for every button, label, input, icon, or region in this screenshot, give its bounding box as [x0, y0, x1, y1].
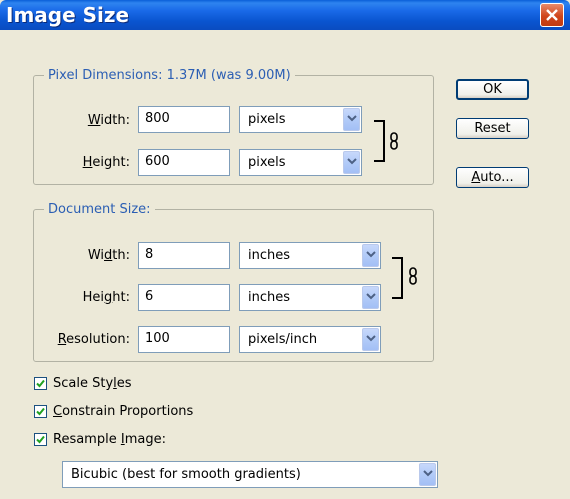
- pixel-width-unit-select[interactable]: pixels: [239, 106, 362, 133]
- scale-styles-checkbox[interactable]: [34, 377, 47, 390]
- pixel-height-input[interactable]: 600: [138, 149, 230, 176]
- resample-method-select[interactable]: Bicubic (best for smooth gradients): [62, 461, 438, 488]
- pixel-link-bracket: [374, 120, 385, 162]
- pixel-height-label: Height:: [82, 155, 130, 170]
- image-size-dialog: Image Size Pixel Dimensions: 1.37M (was …: [0, 0, 570, 499]
- doc-link-bracket: [392, 257, 403, 299]
- resample-image-label[interactable]: Resample Image:: [53, 432, 166, 447]
- dropdown-arrow-icon[interactable]: [362, 328, 379, 351]
- ok-button[interactable]: OK: [456, 79, 529, 100]
- reset-button[interactable]: Reset: [456, 118, 529, 139]
- chain-link-icon: [409, 267, 417, 285]
- resolution-label: Resolution:: [57, 332, 130, 347]
- dropdown-arrow-icon[interactable]: [362, 244, 379, 267]
- dropdown-arrow-icon[interactable]: [362, 286, 379, 309]
- document-size-legend: Document Size:: [48, 202, 151, 217]
- checkmark-icon: [36, 407, 45, 416]
- pixel-dimensions-legend: Pixel Dimensions: 1.37M (was 9.00M): [48, 68, 291, 83]
- doc-width-unit-select[interactable]: inches: [239, 242, 381, 269]
- title-bar[interactable]: Image Size: [0, 0, 570, 30]
- constrain-proportions-checkbox[interactable]: [34, 405, 47, 418]
- pixel-height-unit-value: pixels: [248, 155, 286, 170]
- resolution-unit-value: pixels/inch: [248, 332, 318, 347]
- pixel-height-unit-select[interactable]: pixels: [239, 149, 362, 176]
- dropdown-arrow-icon[interactable]: [343, 151, 360, 174]
- checkmark-icon: [36, 435, 45, 444]
- close-button[interactable]: [540, 3, 564, 27]
- dropdown-arrow-icon[interactable]: [419, 463, 436, 486]
- doc-width-label: Width:: [87, 248, 130, 263]
- chain-link-icon: [390, 132, 398, 150]
- doc-height-input[interactable]: 6: [138, 284, 230, 311]
- pixel-width-label: Width:: [87, 113, 130, 128]
- pixel-width-unit-value: pixels: [248, 112, 286, 127]
- doc-height-unit-value: inches: [248, 290, 291, 305]
- dialog-title: Image Size: [6, 3, 130, 27]
- doc-height-unit-select[interactable]: inches: [239, 284, 381, 311]
- resolution-unit-select[interactable]: pixels/inch: [239, 326, 381, 353]
- doc-width-input[interactable]: 8: [138, 242, 230, 269]
- constrain-proportions-label[interactable]: Constrain Proportions: [53, 404, 193, 419]
- doc-height-label: Height:: [82, 290, 130, 305]
- dropdown-arrow-icon[interactable]: [343, 108, 360, 131]
- close-icon: [546, 9, 558, 21]
- doc-width-unit-value: inches: [248, 248, 291, 263]
- resample-method-value: Bicubic (best for smooth gradients): [71, 467, 301, 482]
- scale-styles-label[interactable]: Scale Styles: [53, 376, 132, 391]
- resolution-input[interactable]: 100: [138, 326, 230, 353]
- pixel-width-input[interactable]: 800: [138, 106, 230, 133]
- resample-image-checkbox[interactable]: [34, 433, 47, 446]
- checkmark-icon: [36, 379, 45, 388]
- auto-button[interactable]: Auto...: [456, 167, 529, 188]
